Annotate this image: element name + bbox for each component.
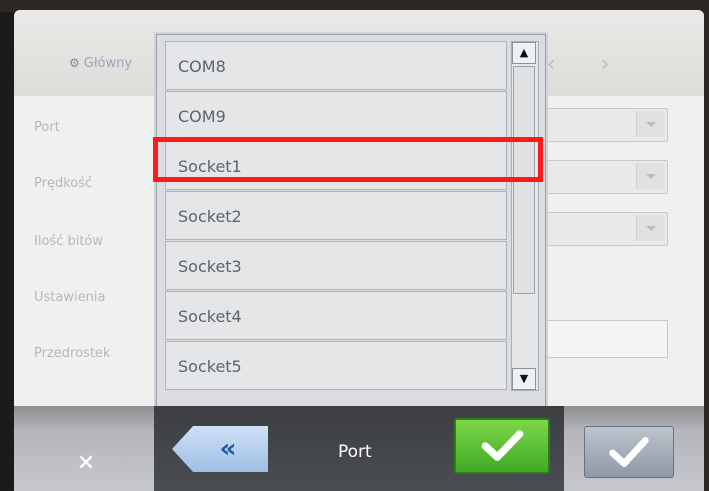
device-screen: ⚙ Główny ‹ › Port Prędkość Ilość bitów Us…	[14, 10, 704, 491]
port-select[interactable]	[544, 108, 668, 142]
prefix-input[interactable]	[544, 320, 668, 358]
list-scrollbar[interactable]: ▲ ▼	[511, 41, 539, 391]
settings-icon: ⚙	[69, 56, 80, 70]
list-item[interactable]: Socket4	[165, 291, 507, 340]
chevron-down-icon	[636, 215, 665, 241]
confirm-button[interactable]	[454, 418, 550, 474]
bottom-bar: ✕ « Port	[14, 406, 704, 491]
check-icon	[481, 430, 524, 461]
list-item[interactable]: Socket2	[165, 191, 507, 240]
label-prefix: Przedrostek	[34, 346, 111, 361]
page-title-text: Główny	[83, 56, 133, 71]
next-page-button[interactable]: ›	[588, 48, 622, 82]
speed-select[interactable]	[544, 160, 668, 194]
bottom-title: Port	[338, 442, 372, 462]
list-item[interactable]: Socket3	[165, 241, 507, 290]
selection-highlight	[153, 137, 543, 182]
label-port: Port	[34, 120, 60, 135]
list-item[interactable]: COM8	[165, 41, 507, 90]
chevron-down-icon	[636, 163, 665, 189]
list-item[interactable]: COM9	[165, 91, 507, 140]
label-bits: Ilość bitów	[34, 234, 103, 249]
bits-select[interactable]	[544, 212, 668, 246]
scroll-down-button[interactable]: ▼	[512, 368, 536, 390]
label-speed: Prędkość	[34, 176, 93, 191]
scroll-up-button[interactable]: ▲	[512, 42, 536, 64]
accept-button[interactable]	[584, 426, 674, 478]
page-title: ⚙ Główny	[69, 56, 132, 71]
label-settings: Ustawienia	[34, 290, 106, 305]
check-icon	[609, 437, 649, 467]
list-item[interactable]: Socket5	[165, 341, 507, 390]
chevron-down-icon	[636, 111, 665, 137]
port-dropdown-list: COM8 COM9 Socket1 Socket2 Socket3 Socket…	[156, 34, 546, 420]
close-button[interactable]: ✕	[66, 448, 106, 480]
